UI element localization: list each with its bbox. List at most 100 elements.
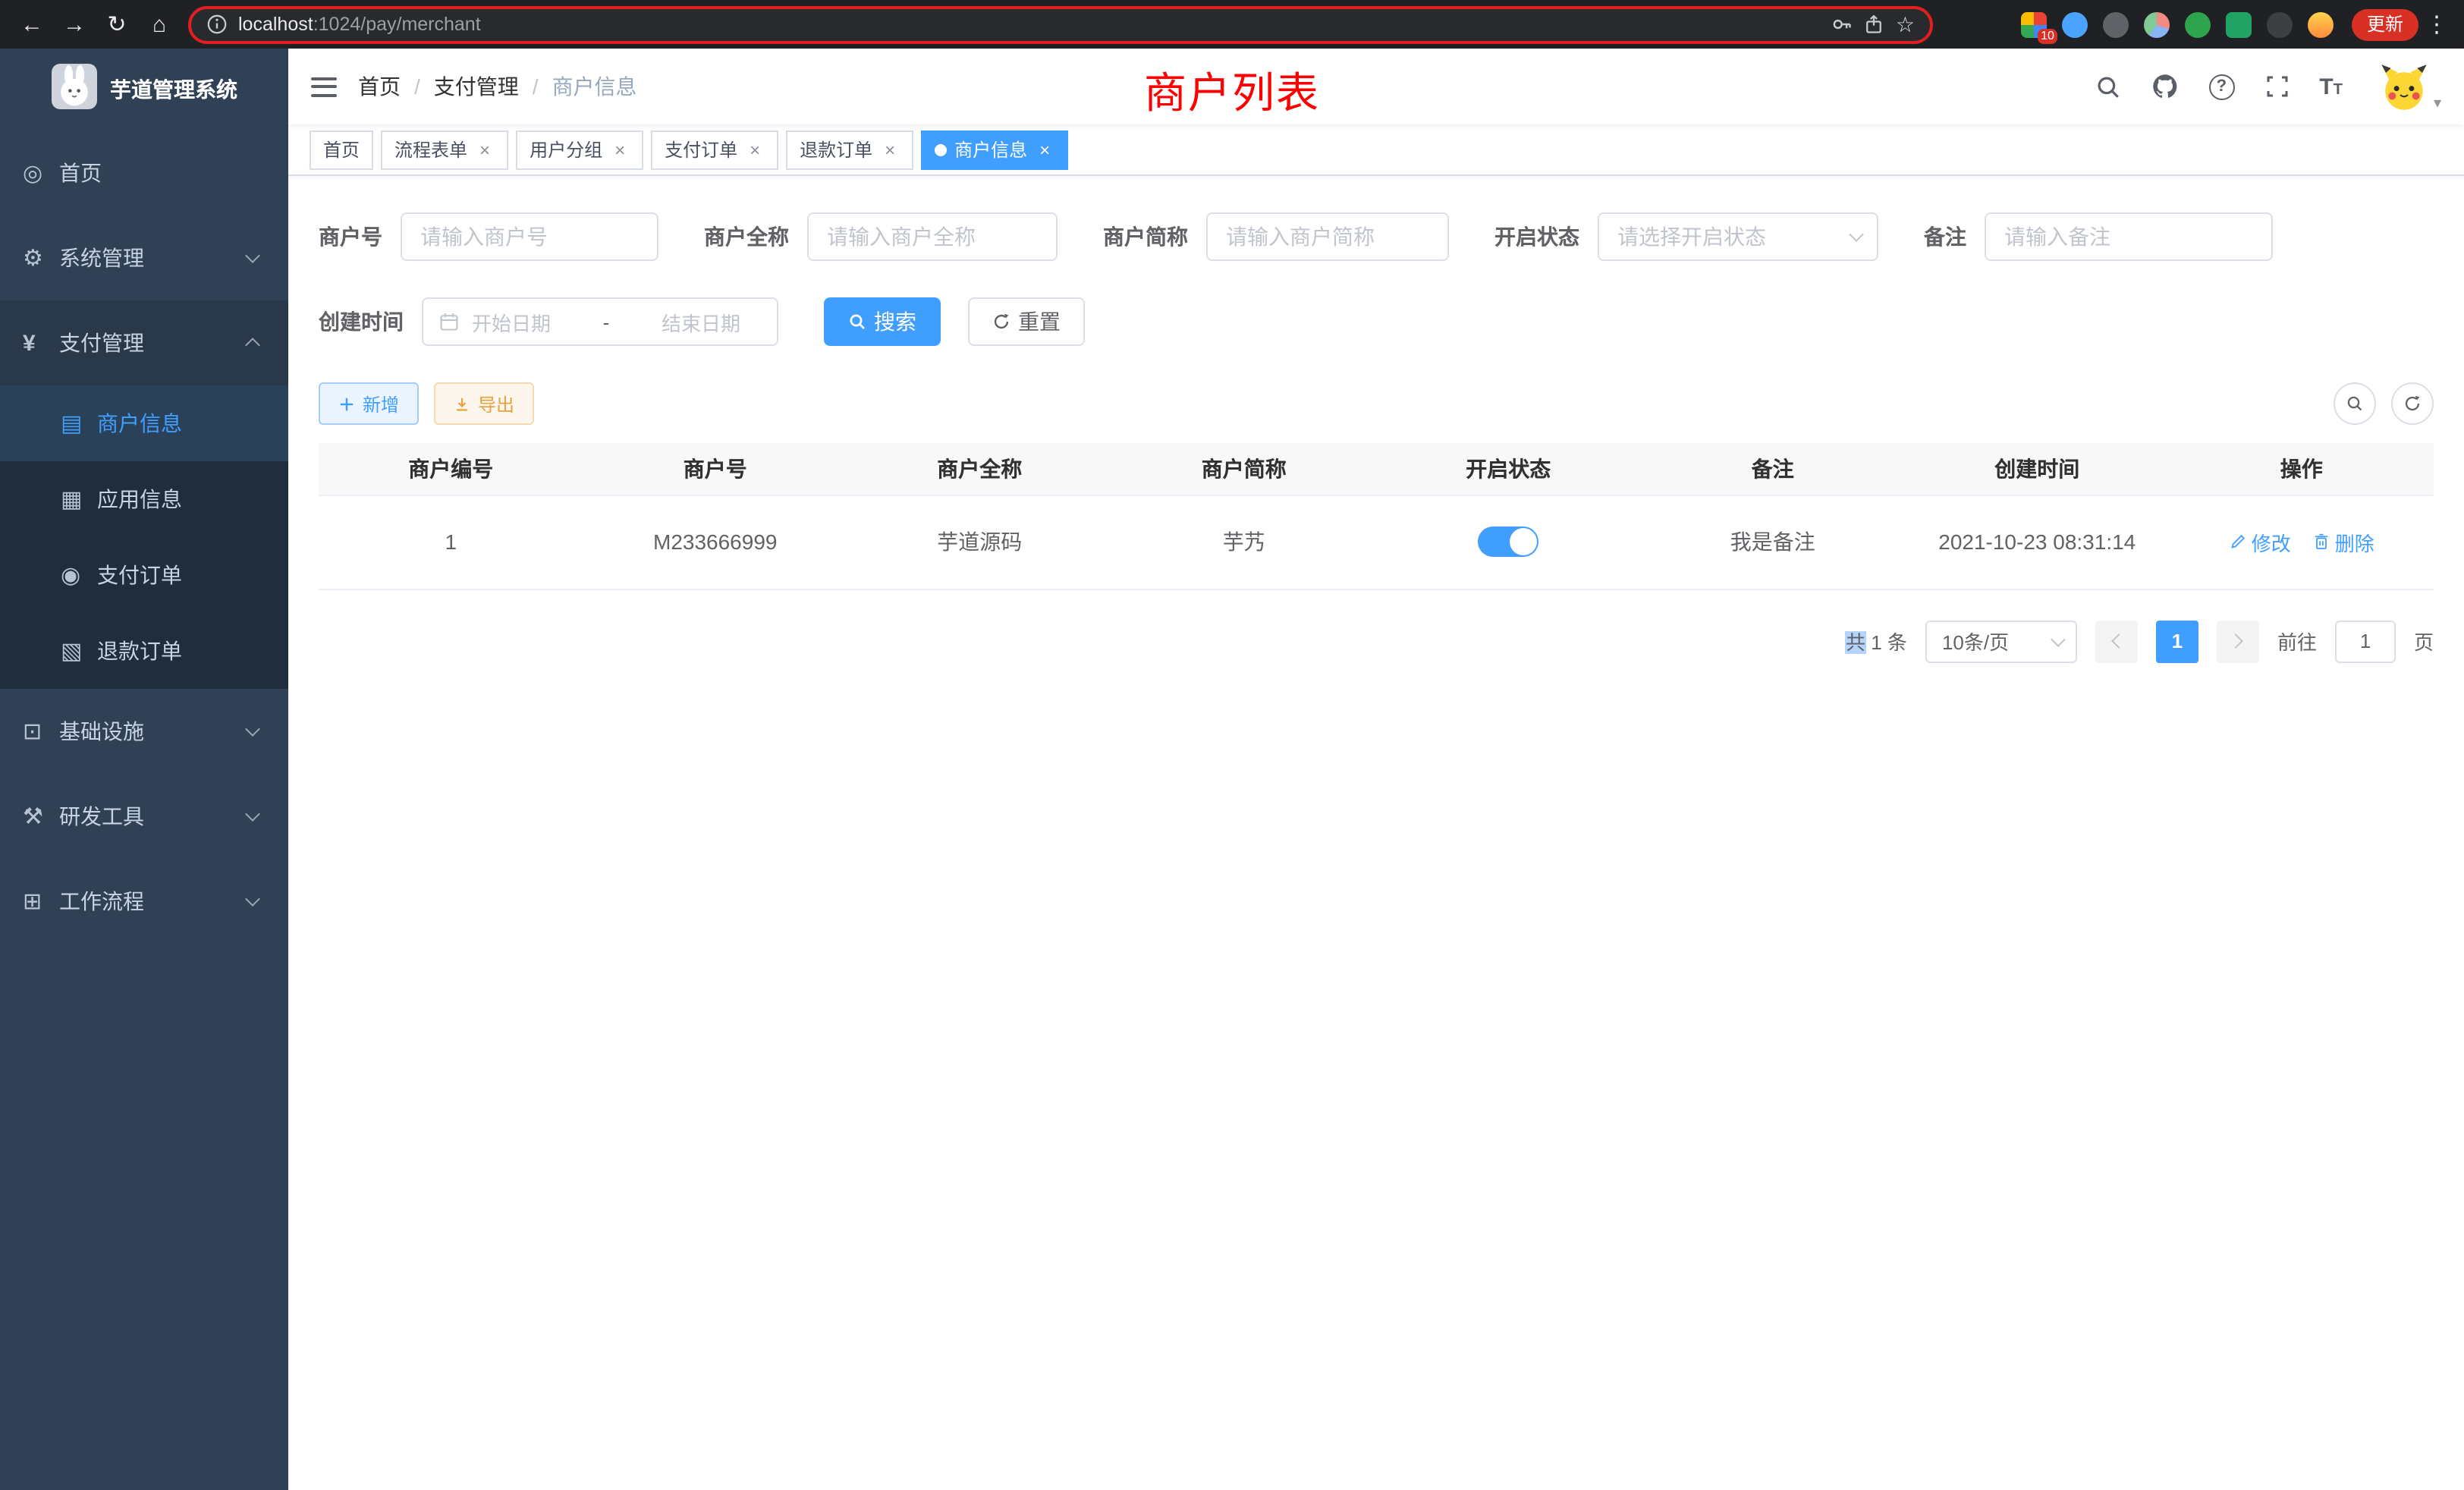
document-icon: ▧ <box>61 637 97 665</box>
extension-icon-4[interactable] <box>2144 11 2170 37</box>
tab-pay-order[interactable]: 支付订单× <box>651 130 778 169</box>
chevron-down-icon <box>245 721 260 737</box>
monitor-icon: ⊡ <box>23 718 59 745</box>
tab-process-form[interactable]: 流程表单× <box>381 130 508 169</box>
sidebar-item-label: 首页 <box>59 158 102 188</box>
bookmark-star-icon[interactable]: ☆ <box>1896 11 1915 37</box>
hide-search-button[interactable] <box>2334 382 2376 425</box>
sidebar-item-home[interactable]: ◎ 首页 <box>0 130 288 215</box>
close-icon[interactable]: × <box>880 140 900 159</box>
breadcrumb-home[interactable]: 首页 <box>358 71 401 102</box>
url-text[interactable]: localhost:1024/pay/merchant <box>238 14 481 35</box>
extension-icon-3[interactable] <box>2103 11 2129 37</box>
breadcrumb-payment[interactable]: 支付管理 <box>434 71 519 102</box>
col-short-name: 商户简称 <box>1112 443 1377 495</box>
merchant-shortname-input[interactable] <box>1206 212 1449 261</box>
page-1-button[interactable]: 1 <box>2156 620 2198 662</box>
reset-button[interactable]: 重置 <box>968 297 1085 346</box>
profile-avatar[interactable] <box>2308 11 2334 37</box>
share-icon[interactable] <box>1864 14 1885 35</box>
extension-icon-7[interactable] <box>2267 11 2293 37</box>
home-button[interactable]: ⌂ <box>140 5 179 44</box>
github-icon[interactable] <box>2151 73 2178 100</box>
url-bar[interactable]: localhost:1024/pay/merchant ☆ <box>188 5 1933 43</box>
filter-row-2: 创建时间 开始日期 - 结束日期 搜索 重置 <box>319 297 2434 346</box>
date-end-input[interactable]: 结束日期 <box>662 307 740 336</box>
chevron-up-icon <box>245 338 260 353</box>
date-start-input[interactable]: 开始日期 <box>472 307 551 336</box>
sidebar-item-dev-tools[interactable]: ⚒ 研发工具 <box>0 774 288 859</box>
page-size-select[interactable]: 10条/页 <box>1925 620 2077 662</box>
delete-button[interactable]: 删除 <box>2312 527 2374 556</box>
close-icon[interactable]: × <box>1035 140 1054 159</box>
remark-input[interactable] <box>1985 212 2273 261</box>
password-key-icon[interactable] <box>1832 14 1853 35</box>
refresh-button[interactable] <box>2391 382 2434 425</box>
merchant-fullname-input[interactable] <box>807 212 1058 261</box>
main-area: 首页 / 支付管理 / 商户信息 ? TT <box>288 49 2464 1490</box>
tab-home[interactable]: 首页 <box>310 130 373 169</box>
forward-button[interactable]: → <box>55 5 94 44</box>
close-icon[interactable]: × <box>610 140 630 159</box>
add-button[interactable]: 新增 <box>319 382 419 425</box>
search-icon[interactable] <box>2095 74 2120 99</box>
info-icon[interactable] <box>206 14 228 35</box>
delete-button-label: 删除 <box>2335 527 2374 556</box>
sidebar: 芋道管理系统 ◎ 首页 ⚙ 系统管理 ¥ 支付管理 ▤ 商户信息 <box>0 49 288 1490</box>
close-icon[interactable]: × <box>475 140 495 159</box>
reload-button[interactable]: ↻ <box>97 5 137 44</box>
sidebar-item-pay-order[interactable]: ◉ 支付订单 <box>0 537 288 613</box>
sidebar-item-workflow[interactable]: ⊞ 工作流程 <box>0 859 288 944</box>
order-icon: ◉ <box>61 561 97 589</box>
app-title: 芋道管理系统 <box>110 74 237 105</box>
extension-icon-5[interactable] <box>2185 11 2211 37</box>
sidebar-toggle[interactable] <box>311 77 337 96</box>
sidebar-menu: ◎ 首页 ⚙ 系统管理 ¥ 支付管理 ▤ 商户信息 ▦ 应用信息 <box>0 130 288 944</box>
user-avatar[interactable]: ▾ <box>2379 61 2441 112</box>
pikachu-avatar <box>2379 61 2429 112</box>
status-select[interactable]: 请选择开启状态 <box>1598 212 1878 261</box>
export-button[interactable]: 导出 <box>434 382 534 425</box>
yen-icon: ¥ <box>23 330 59 356</box>
merchant-no-input[interactable] <box>401 212 658 261</box>
extension-icon-2[interactable] <box>2062 11 2088 37</box>
date-range-picker[interactable]: 开始日期 - 结束日期 <box>422 297 778 346</box>
chrome-menu-button[interactable]: ⋮ <box>2422 11 2452 38</box>
edit-button[interactable]: 修改 <box>2229 527 2291 556</box>
tab-label: 退款订单 <box>800 137 872 162</box>
extensions-bar: 10 <box>2021 11 2334 37</box>
sidebar-item-label: 基础设施 <box>59 716 144 747</box>
total-count: 共 1 条 <box>1846 627 1907 655</box>
tab-refund-order[interactable]: 退款订单 × <box>786 130 913 169</box>
sidebar-item-label: 研发工具 <box>59 801 144 831</box>
col-merchant-id: 商户编号 <box>319 443 583 495</box>
tab-label: 首页 <box>323 137 360 162</box>
fullscreen-icon[interactable] <box>2264 74 2289 99</box>
sidebar-item-merchant-info[interactable]: ▤ 商户信息 <box>0 385 288 461</box>
reset-button-label: 重置 <box>1018 306 1061 337</box>
help-icon[interactable]: ? <box>2208 74 2234 99</box>
search-button[interactable]: 搜索 <box>824 297 941 346</box>
status-toggle[interactable] <box>1478 527 1538 557</box>
close-icon[interactable]: × <box>745 140 765 159</box>
breadcrumb-current: 商户信息 <box>552 71 637 102</box>
next-page-button[interactable] <box>2217 620 2259 662</box>
sidebar-item-infrastructure[interactable]: ⊡ 基础设施 <box>0 689 288 774</box>
sidebar-item-payment[interactable]: ¥ 支付管理 <box>0 300 288 385</box>
chrome-update-button[interactable]: 更新 <box>2352 8 2418 40</box>
prev-page-button[interactable] <box>2095 620 2138 662</box>
extension-icon-1[interactable]: 10 <box>2021 11 2047 37</box>
font-size-icon[interactable]: TT <box>2319 74 2343 99</box>
tab-merchant-info[interactable]: 商户信息× <box>921 130 1068 169</box>
back-button[interactable]: ← <box>12 5 52 44</box>
grid-icon: ▦ <box>61 486 97 513</box>
sidebar-item-system[interactable]: ⚙ 系统管理 <box>0 215 288 300</box>
app-logo[interactable]: 芋道管理系统 <box>0 49 288 130</box>
goto-page-input[interactable] <box>2335 620 2396 662</box>
tab-label: 用户分组 <box>530 137 602 162</box>
sidebar-item-app-info[interactable]: ▦ 应用信息 <box>0 461 288 537</box>
cell-merchant-no: M233666999 <box>583 495 848 589</box>
extension-icon-6[interactable] <box>2226 11 2252 37</box>
sidebar-item-refund-order[interactable]: ▧ 退款订单 <box>0 613 288 689</box>
tab-user-group[interactable]: 用户分组 × <box>516 130 643 169</box>
